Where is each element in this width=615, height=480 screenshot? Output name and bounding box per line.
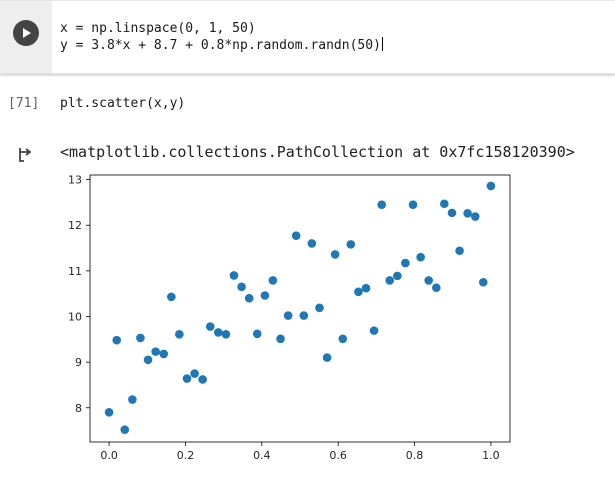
data-point (354, 287, 363, 297)
y-tick-label: 10 (68, 310, 82, 323)
data-point (377, 200, 387, 209)
y-tick-label: 8 (75, 402, 82, 415)
output-arrow-icon[interactable] (18, 147, 34, 167)
code-line-2: y = 3.8*x + 8.7 + 0.8*np.random.randn(50… (60, 37, 383, 53)
data-point (283, 311, 293, 320)
x-tick-label: 0.8 (406, 449, 424, 462)
data-point (486, 181, 496, 191)
data-point (470, 212, 480, 221)
data-point (213, 328, 223, 337)
data-point (455, 246, 464, 256)
code-line-1: x = np.linspace(0, 1, 50) (60, 21, 256, 36)
data-point (276, 334, 285, 344)
y-tick-label: 11 (68, 265, 82, 278)
data-point (120, 425, 130, 434)
data-point (315, 303, 324, 313)
axes-frame (89, 174, 511, 443)
data-point (478, 277, 488, 287)
data-point (432, 283, 441, 293)
data-point (369, 326, 379, 335)
data-point (151, 347, 160, 356)
x-tick-label: 0.6 (329, 449, 347, 462)
data-point (190, 369, 199, 378)
data-point (322, 353, 332, 362)
data-point (182, 374, 192, 383)
run-cell-button[interactable] (13, 20, 39, 46)
data-point (424, 276, 433, 285)
data-point (346, 240, 356, 249)
data-point (361, 283, 371, 293)
data-point (416, 252, 425, 262)
data-point (260, 291, 270, 300)
data-point (408, 200, 418, 209)
data-point (338, 334, 348, 344)
data-point (299, 311, 309, 320)
execution-count: [71] (8, 96, 40, 111)
data-point (167, 292, 176, 302)
data-point (393, 271, 402, 281)
y-tick-label: 12 (68, 219, 82, 232)
data-point (447, 208, 457, 218)
data-point (463, 209, 472, 218)
output-text: <matplotlib.collections.PathCollection a… (60, 143, 575, 161)
data-point (401, 258, 410, 268)
x-tick-label: 0.0 (100, 449, 118, 462)
scatter-plot: 0.0 0.2 0.4 0.6 0.8 1.0 8 9 10 11 12 13 (68, 174, 511, 462)
data-point (175, 329, 184, 339)
data-point (330, 250, 340, 259)
code-editor[interactable]: x = np.linspace(0, 1, 50) y = 3.8*x + 8.… (52, 1, 615, 73)
data-point (307, 239, 317, 248)
data-point (205, 322, 215, 331)
x-tick-label: 0.4 (253, 449, 271, 462)
data-point (159, 349, 168, 359)
data-point (237, 282, 246, 292)
play-icon (23, 28, 31, 38)
code-cell-2[interactable]: plt.scatter(x,y) (60, 96, 185, 111)
data-point (440, 199, 449, 209)
data-point (136, 333, 145, 343)
data-point (221, 329, 231, 339)
y-tick-label: 13 (68, 174, 82, 187)
data-point (112, 335, 122, 345)
data-point (244, 293, 254, 303)
data-point (143, 355, 153, 365)
data-point (229, 271, 239, 280)
data-point (252, 329, 262, 339)
x-tick-label: 1.0 (482, 449, 500, 462)
data-point (104, 408, 114, 417)
data-point (291, 231, 301, 241)
y-tick-label: 9 (75, 356, 82, 369)
data-point (385, 276, 395, 285)
data-point (198, 375, 207, 384)
data-point (128, 395, 137, 404)
text-cursor (381, 37, 383, 51)
x-tick-label: 0.2 (177, 449, 195, 462)
code-cell-1[interactable]: x = np.linspace(0, 1, 50) y = 3.8*x + 8.… (0, 0, 615, 74)
data-point (268, 276, 278, 285)
